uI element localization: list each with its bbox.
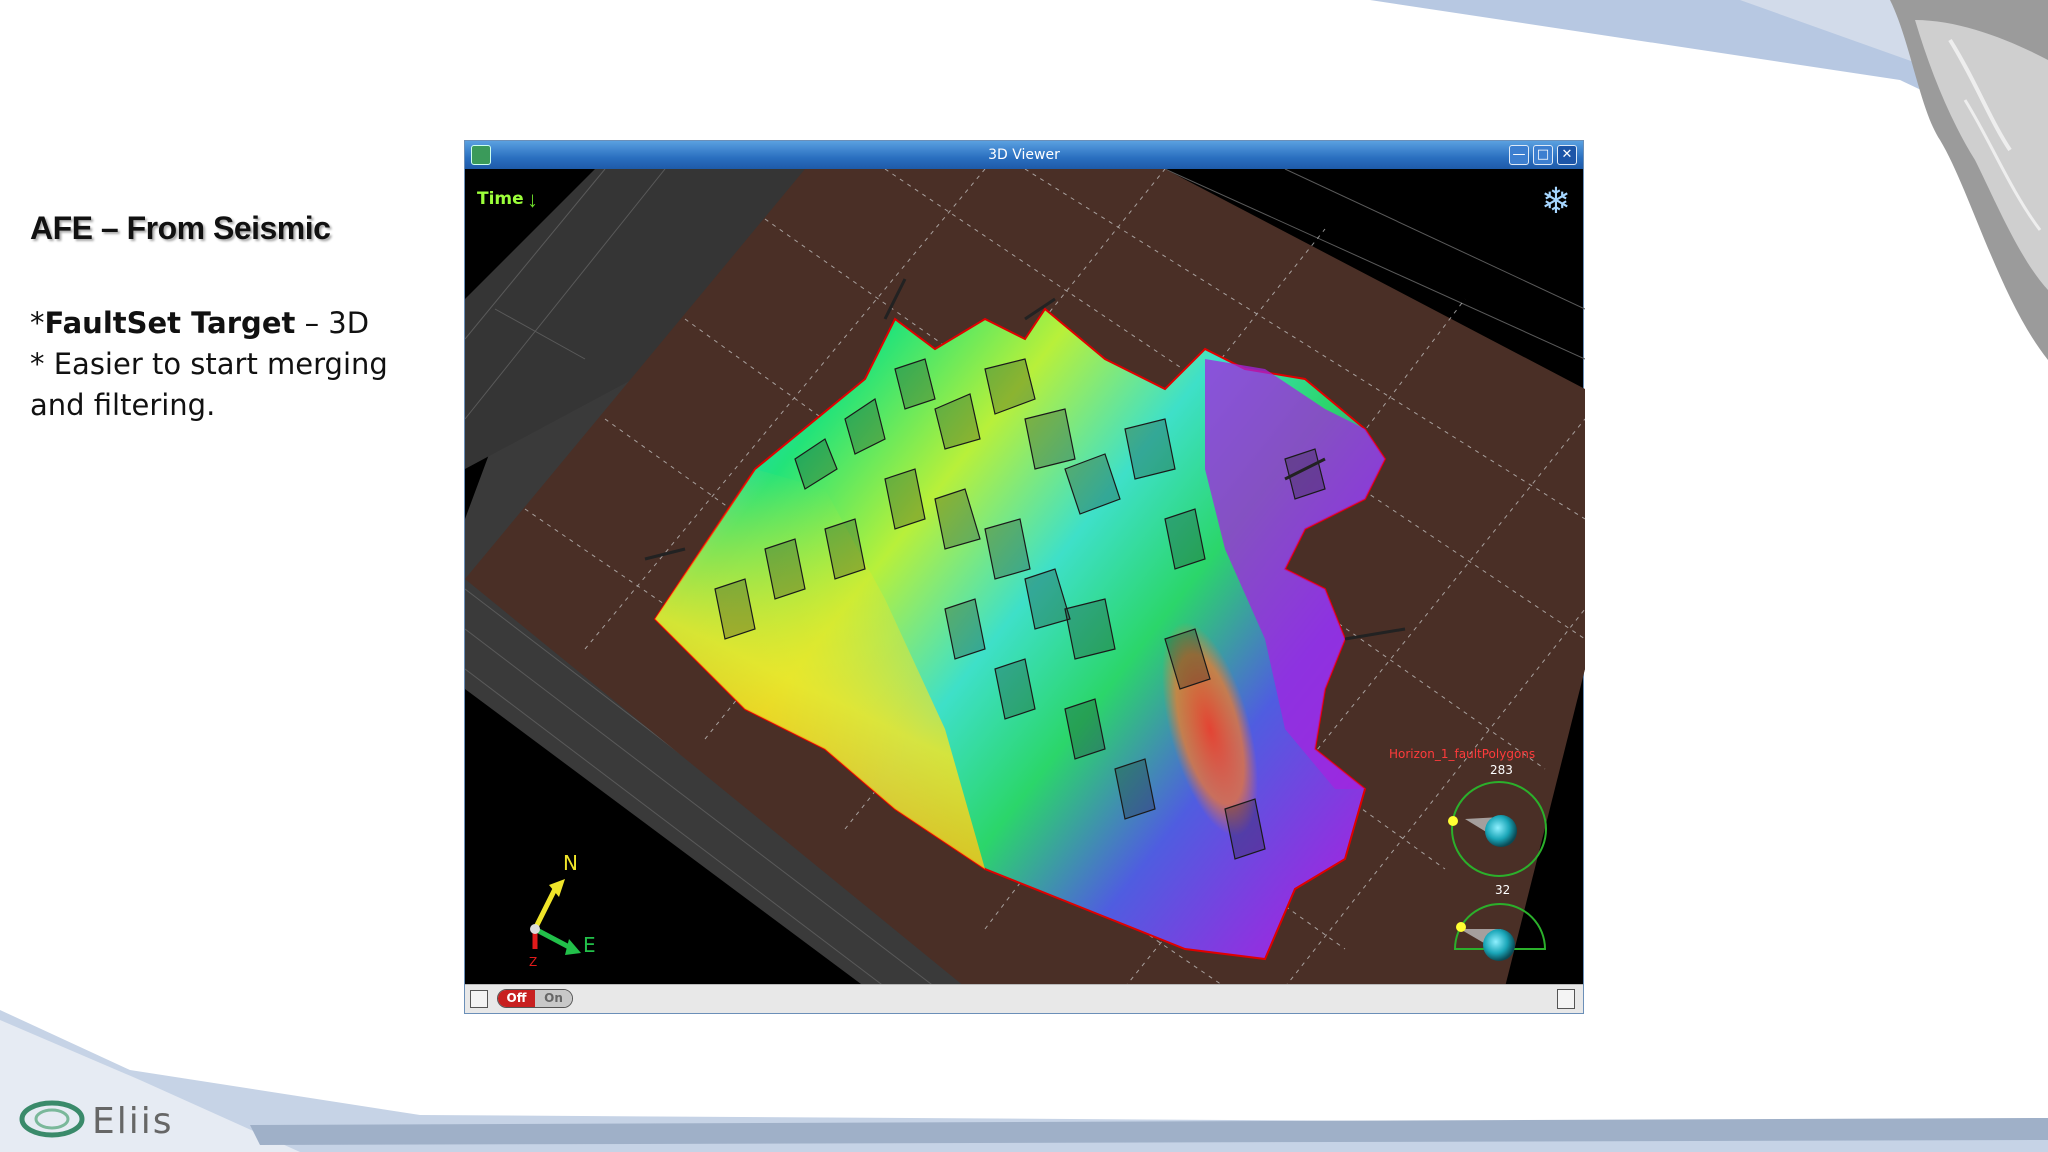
pin-icon[interactable] (1557, 989, 1575, 1009)
scene-graphics[interactable] (465, 169, 1585, 987)
snowflake-icon[interactable]: ❄ (1541, 183, 1571, 219)
layer-label: Horizon_1_faultPolygons (1389, 747, 1536, 761)
slide-text-panel: AFE – From Seismic *FaultSet Target – 3D… (30, 210, 450, 426)
3d-scene-canvas[interactable]: Time ↓ ❄ N E Z Horizon_1_faultPolygons 2… (465, 169, 1585, 987)
axis-n-label: N (563, 851, 578, 875)
bullet-merging: * Easier to start merging and filtering. (30, 347, 388, 422)
maximize-icon: □ (1536, 147, 1550, 162)
axis-z-label: Z (529, 955, 538, 969)
toggle-on[interactable]: On (535, 990, 572, 1007)
bullet-suffix: – 3D (295, 306, 370, 340)
close-icon: ✕ (1561, 147, 1573, 162)
arrow-down-icon[interactable]: ↓ (527, 187, 538, 213)
eye-logo-icon (19, 1100, 85, 1138)
minimize-button[interactable]: — (1509, 145, 1529, 165)
bullet-faultset: *FaultSet Target – 3D (30, 303, 450, 344)
logo-text: Eliis (92, 1101, 174, 1142)
minimize-icon: — (1512, 147, 1526, 162)
toggle-off[interactable]: Off (498, 990, 535, 1007)
slide-title: AFE – From Seismic (30, 210, 331, 246)
bullet-prefix: * (30, 306, 45, 340)
toolbar-icon[interactable] (470, 990, 488, 1008)
close-button[interactable]: ✕ (1557, 145, 1577, 165)
window-titlebar[interactable]: 3D Viewer — □ ✕ (465, 141, 1583, 169)
off-on-toggle[interactable]: Off On (497, 989, 573, 1008)
compass-bottom-value: 32 (1495, 883, 1511, 897)
window-title: 3D Viewer (988, 147, 1060, 163)
3d-viewer-window[interactable]: 3D Viewer — □ ✕ Time ↓ ❄ N E Z Horizon_1… (464, 140, 1585, 1014)
time-label: Time (477, 189, 524, 209)
company-logo: Eliis (18, 1093, 178, 1145)
compass-top-value: 283 (1490, 763, 1513, 777)
maximize-button[interactable]: □ (1533, 145, 1553, 165)
bullet-bold-term: FaultSet Target (44, 306, 296, 340)
axis-e-label: E (583, 933, 596, 957)
viewer-statusbar: Off On (465, 984, 1583, 1013)
